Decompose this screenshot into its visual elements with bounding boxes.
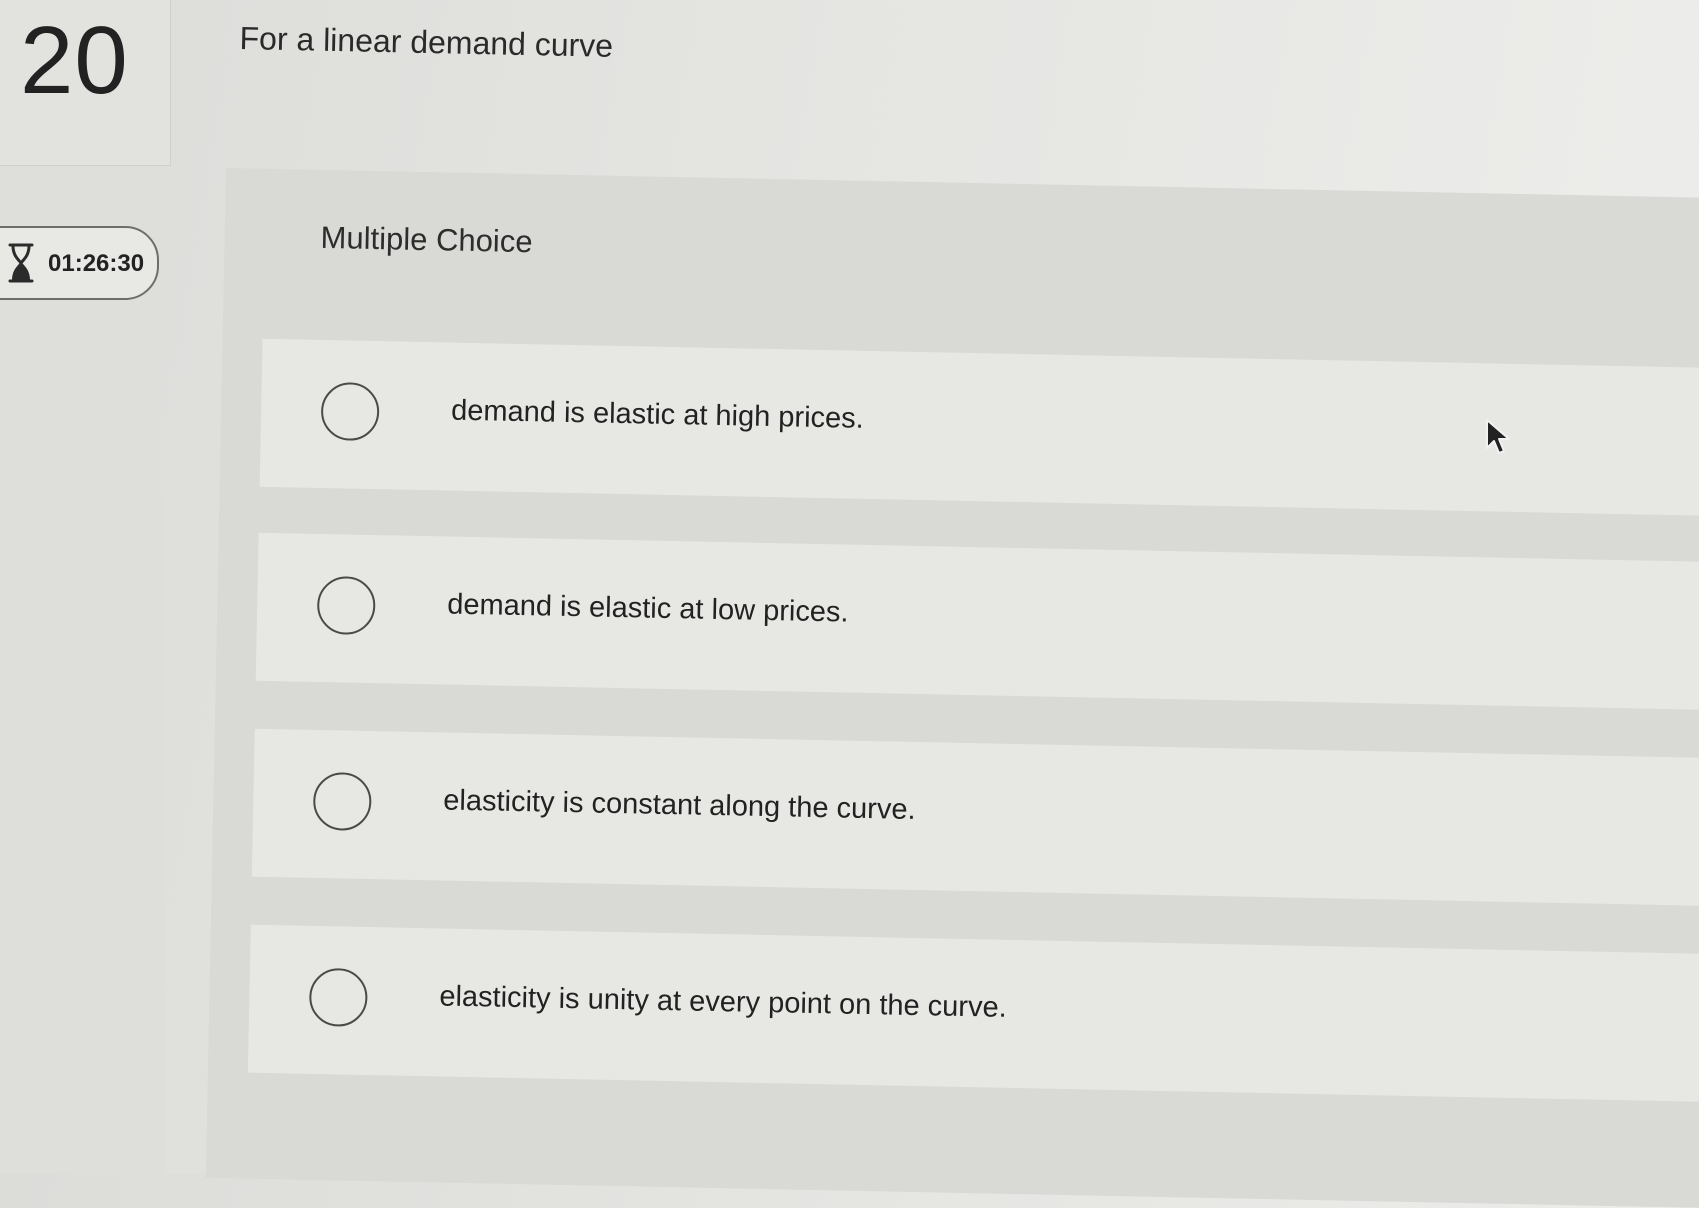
answer-option-3[interactable]: elasticity is constant along the curve. bbox=[251, 728, 1699, 906]
radio-button-4[interactable] bbox=[308, 967, 368, 1027]
answer-option-text-2: demand is elastic at low prices. bbox=[446, 588, 849, 629]
question-text: For a linear demand curve bbox=[239, 20, 614, 64]
answer-option-text-4: elasticity is unity at every point on th… bbox=[439, 980, 1008, 1024]
question-number: 20 bbox=[20, 7, 129, 114]
mouse-pointer-icon bbox=[1486, 419, 1510, 454]
left-rail: 20 01:26:30 bbox=[0, 0, 171, 1174]
answer-option-2[interactable]: demand is elastic at low prices. bbox=[255, 532, 1699, 711]
answer-option-text-1: demand is elastic at high prices. bbox=[450, 394, 865, 435]
hourglass-icon bbox=[8, 243, 34, 283]
radio-button-3[interactable] bbox=[312, 771, 372, 832]
answer-option-text-3: elasticity is constant along the curve. bbox=[443, 784, 916, 826]
question-type-label: Multiple Choice bbox=[320, 219, 533, 260]
radio-button-1[interactable] bbox=[320, 381, 380, 442]
radio-button-2[interactable] bbox=[316, 575, 376, 636]
timer-badge[interactable]: 01:26:30 bbox=[0, 226, 159, 300]
answer-option-4[interactable]: elasticity is unity at every point on th… bbox=[247, 924, 1699, 1102]
answer-panel: Multiple Choice demand is elastic at hig… bbox=[205, 168, 1699, 1208]
timer-value: 01:26:30 bbox=[48, 250, 145, 277]
question-number-box: 20 bbox=[0, 0, 171, 166]
